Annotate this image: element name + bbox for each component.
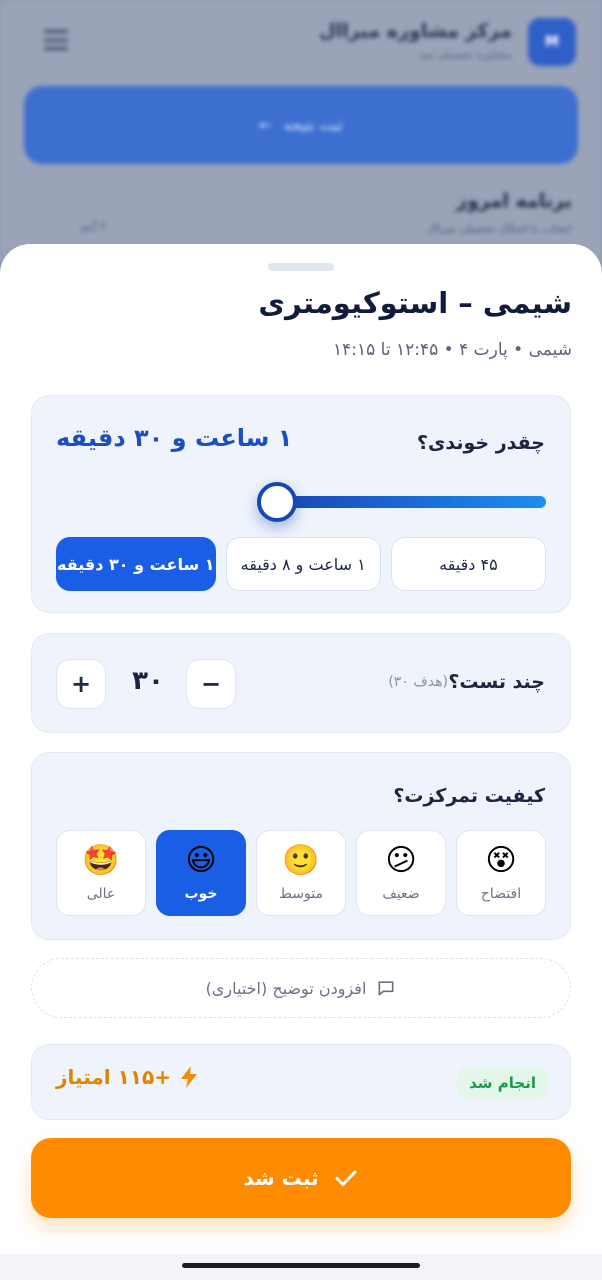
sheet-subtitle: شیمی • پارت ۴ • ۱۲:۴۵ تا ۱۴:۱۵ (333, 340, 572, 360)
preset-label: ۱ ساعت و ۳۰ دقیقه (56, 554, 215, 574)
focus-question: کیفیت تمرکزت؟ (393, 785, 545, 807)
study-log-sheet: شیمی – استوکیومتری شیمی • پارت ۴ • ۱۲:۴۵… (0, 244, 602, 1280)
duration-preset-45[interactable]: ۴۵ دقیقه (390, 537, 546, 591)
home-indicator (182, 1263, 420, 1268)
focus-option-label: خوب (184, 886, 218, 902)
add-note-label: افزودن توضیح (اختیاری) (205, 978, 367, 998)
duration-preset-90[interactable]: ۱ ساعت و ۳۰ دقیقه (55, 537, 216, 591)
record-result-button[interactable]: ثبت نتیجه ← (24, 86, 578, 164)
duration-card: چقدر خوندی؟ ۱ ساعت و ۳۰ دقیقه ۴۵ دقیقه ۱… (31, 395, 571, 613)
tests-card: چند تست؟ (هدف ۳۰) − ۳۰ + (31, 633, 571, 733)
slight-smile-icon: 🙂 (282, 843, 320, 878)
section-chip: ۳ آیتم (80, 220, 107, 233)
duration-preset-68[interactable]: ۱ ساعت و ۸ دقیقه (225, 537, 381, 591)
tests-question: چند تست؟ (448, 671, 545, 693)
focus-option-weak[interactable]: 😕 ضعیف (356, 830, 446, 916)
points-row: +۱۱۵ امتیاز (56, 1065, 199, 1089)
app-subtitle: مشاوره تحصیلی تیم (420, 48, 512, 61)
focus-option-label: ضعیف (382, 886, 420, 902)
decrement-button[interactable]: − (186, 659, 236, 709)
dizzy-face-icon: 😵 (485, 843, 517, 878)
section-subtitle: انتخاب با اشکال تحصیلی میراال (426, 222, 572, 235)
arrow-left-icon: ← (259, 116, 272, 134)
duration-question: چقدر خوندی؟ (416, 432, 545, 454)
duration-presets: ۴۵ دقیقه ۱ ساعت و ۸ دقیقه ۱ ساعت و ۳۰ دق… (55, 537, 546, 591)
duration-slider-track[interactable] (276, 496, 546, 508)
sheet-title: شیمی – استوکیومتری (258, 286, 572, 320)
grin-face-icon: 😃 (185, 843, 217, 878)
status-badge: انجام شد (457, 1067, 548, 1099)
star-eyes-icon: 🤩 (82, 843, 120, 878)
focus-card: کیفیت تمرکزت؟ 😵 افتضاح 😕 ضعیف 🙂 متوسط 😃 … (31, 752, 571, 940)
points-value: +۱۱۵ امتیاز (56, 1065, 171, 1089)
focus-option-label: افتضاح (480, 886, 522, 902)
focus-option-label: متوسط (279, 886, 323, 902)
section-title: برنامه امروز (456, 190, 572, 212)
duration-value: ۱ ساعت و ۳۰ دقیقه (56, 424, 293, 452)
check-icon (335, 1170, 357, 1186)
submit-label: ثبت شد (243, 1166, 319, 1190)
bolt-icon (180, 1066, 197, 1088)
app-logo: M (528, 18, 576, 66)
focus-option-excellent[interactable]: 🤩 عالی (56, 830, 146, 916)
duration-slider-thumb[interactable] (256, 482, 297, 522)
record-result-label: ثبت نتیجه (283, 116, 343, 134)
tests-goal: (هدف ۳۰) (388, 674, 448, 690)
increment-button[interactable]: + (56, 659, 106, 709)
app-header: M مرکز مشاوره میراال مشاوره تحصیلی تیم (0, 0, 602, 82)
focus-option-good[interactable]: 😃 خوب (156, 830, 246, 916)
submit-button[interactable]: ثبت شد (31, 1138, 571, 1218)
preset-label: ۴۵ دقیقه (439, 554, 498, 574)
focus-option-terrible[interactable]: 😵 افتضاح (456, 830, 546, 916)
points-card: انجام شد +۱۱۵ امتیاز (31, 1044, 571, 1120)
add-note-button[interactable]: افزودن توضیح (اختیاری) (31, 958, 571, 1018)
confused-face-icon: 😕 (385, 843, 417, 878)
app-title: مرکز مشاوره میراال (319, 20, 512, 42)
hamburger-menu-icon[interactable] (44, 30, 68, 50)
sheet-drag-handle[interactable] (268, 263, 334, 271)
tests-count: ۳۰ (132, 666, 164, 696)
comment-icon (378, 981, 394, 996)
preset-label: ۱ ساعت و ۸ دقیقه (240, 554, 366, 574)
focus-options: 😵 افتضاح 😕 ضعیف 🙂 متوسط 😃 خوب 🤩 عالی (56, 830, 546, 916)
focus-option-average[interactable]: 🙂 متوسط (256, 830, 346, 916)
focus-option-label: عالی (86, 886, 116, 902)
